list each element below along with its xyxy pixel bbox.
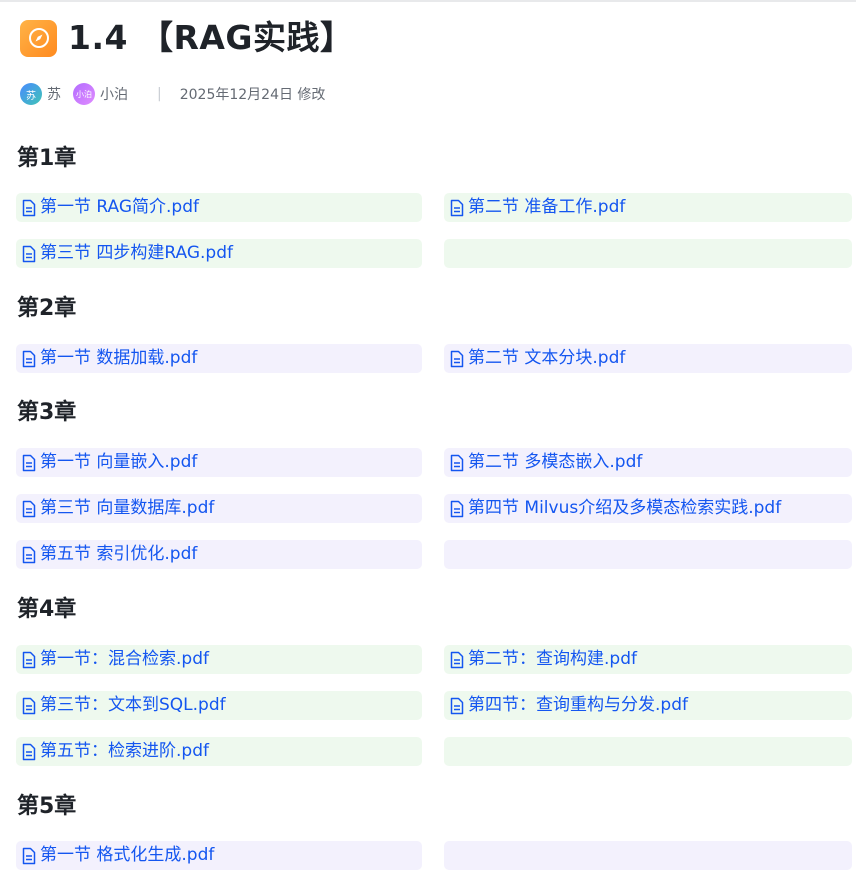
file-link[interactable]: 第五节：检索进阶.pdf	[16, 737, 422, 766]
meta-separator: |	[157, 86, 162, 102]
document-icon	[448, 453, 466, 473]
chapter-heading: 第3章	[17, 400, 77, 425]
empty-cell	[444, 239, 852, 268]
modified-date: 2025年12月24日 修改	[179, 87, 326, 103]
page-header: 1.4 【RAG实践】	[20, 18, 353, 58]
file-name[interactable]: 第一节：混合检索.pdf	[40, 645, 209, 674]
file-link[interactable]: 第二节：查询构建.pdf	[444, 645, 852, 674]
file-name[interactable]: 第一节 RAG简介.pdf	[40, 193, 199, 222]
chapter-heading: 第2章	[17, 296, 77, 321]
document-icon	[448, 349, 466, 369]
file-name[interactable]: 第五节：检索进阶.pdf	[40, 737, 209, 766]
document-icon	[20, 499, 38, 519]
file-name[interactable]: 第一节 格式化生成.pdf	[40, 841, 214, 870]
document-icon	[448, 198, 466, 218]
file-name[interactable]: 第二节 文本分块.pdf	[468, 344, 625, 373]
file-name[interactable]: 第一节 向量嵌入.pdf	[40, 448, 197, 477]
file-link[interactable]: 第一节 向量嵌入.pdf	[16, 448, 422, 477]
author-name[interactable]: 小泊	[100, 84, 128, 104]
document-icon	[20, 545, 38, 565]
file-link[interactable]: 第二节 文本分块.pdf	[444, 344, 852, 373]
document-icon	[20, 650, 38, 670]
empty-cell	[444, 841, 852, 870]
file-link[interactable]: 第一节 数据加载.pdf	[16, 344, 422, 373]
author-name[interactable]: 苏	[47, 84, 61, 104]
file-name[interactable]: 第二节 准备工作.pdf	[468, 193, 625, 222]
file-link[interactable]: 第三节：文本到SQL.pdf	[16, 691, 422, 720]
document-icon	[20, 696, 38, 716]
document-icon	[448, 696, 466, 716]
file-link[interactable]: 第一节 RAG简介.pdf	[16, 193, 422, 222]
file-name[interactable]: 第三节：文本到SQL.pdf	[40, 691, 226, 720]
file-name[interactable]: 第四节：查询重构与分发.pdf	[468, 691, 688, 720]
file-link[interactable]: 第三节 四步构建RAG.pdf	[16, 239, 422, 268]
file-link[interactable]: 第四节：查询重构与分发.pdf	[444, 691, 852, 720]
file-name[interactable]: 第三节 四步构建RAG.pdf	[40, 239, 233, 268]
file-name[interactable]: 第二节 多模态嵌入.pdf	[468, 448, 642, 477]
avatar[interactable]: 苏	[20, 83, 42, 105]
document-icon	[20, 244, 38, 264]
file-link[interactable]: 第四节 Milvus介绍及多模态检索实践.pdf	[444, 494, 852, 523]
document-icon	[448, 499, 466, 519]
file-name[interactable]: 第三节 向量数据库.pdf	[40, 494, 214, 523]
file-link[interactable]: 第一节 格式化生成.pdf	[16, 841, 422, 870]
avatar[interactable]: 小泊	[73, 83, 95, 105]
file-name[interactable]: 第五节 索引优化.pdf	[40, 540, 197, 569]
document-icon	[20, 453, 38, 473]
file-link[interactable]: 第一节：混合检索.pdf	[16, 645, 422, 674]
chapter-heading: 第5章	[17, 794, 77, 819]
chapter-heading: 第4章	[17, 597, 77, 622]
empty-cell	[444, 737, 852, 766]
file-name[interactable]: 第二节：查询构建.pdf	[468, 645, 637, 674]
file-name[interactable]: 第一节 数据加载.pdf	[40, 344, 197, 373]
document-icon	[20, 349, 38, 369]
empty-cell	[444, 540, 852, 569]
top-divider	[0, 0, 856, 2]
document-icon	[448, 650, 466, 670]
file-name[interactable]: 第四节 Milvus介绍及多模态检索实践.pdf	[468, 494, 781, 523]
file-link[interactable]: 第五节 索引优化.pdf	[16, 540, 422, 569]
file-link[interactable]: 第二节 准备工作.pdf	[444, 193, 852, 222]
file-link[interactable]: 第三节 向量数据库.pdf	[16, 494, 422, 523]
document-icon	[20, 846, 38, 866]
file-link[interactable]: 第二节 多模态嵌入.pdf	[444, 448, 852, 477]
chapter-heading: 第1章	[17, 146, 77, 171]
compass-icon	[20, 19, 57, 57]
document-icon	[20, 742, 38, 762]
page-title: 1.4 【RAG实践】	[68, 18, 354, 57]
doc-meta: 苏 苏 小泊 小泊 | 2025年12月24日 修改	[20, 83, 325, 105]
document-icon	[20, 198, 38, 218]
